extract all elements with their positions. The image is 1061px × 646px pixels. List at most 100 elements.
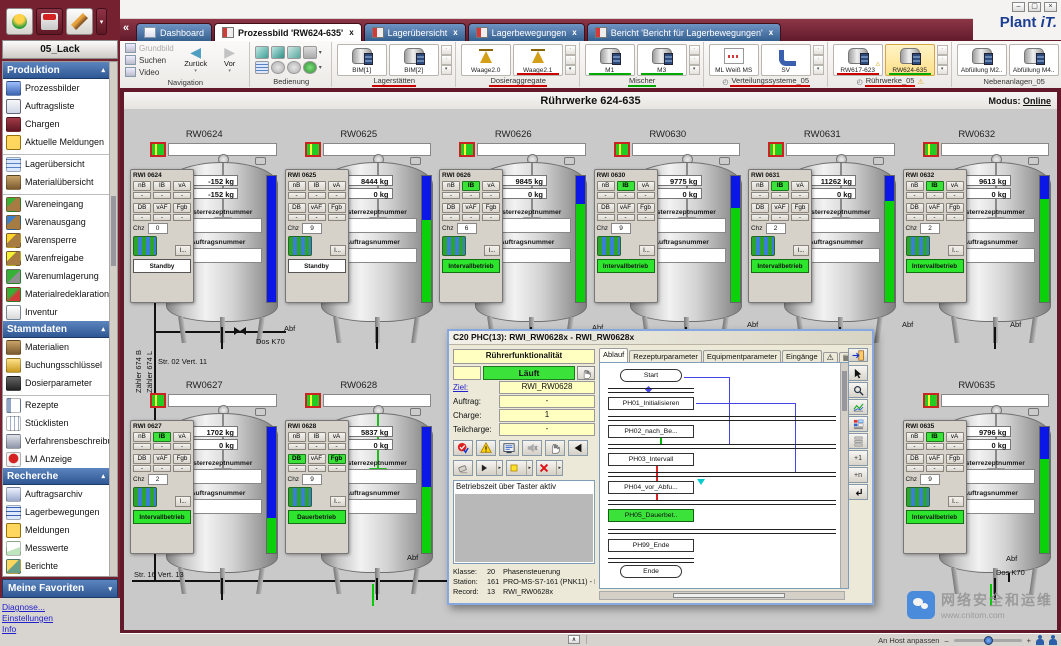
chevron-down-icon[interactable]: ▾ bbox=[319, 64, 328, 71]
panel-button-ib[interactable]: IB bbox=[462, 181, 480, 191]
panel-button-vaf[interactable]: vAF bbox=[153, 454, 171, 464]
flow-vertical-scrollbar[interactable] bbox=[840, 363, 848, 588]
chevron-down-icon[interactable]: ▾ bbox=[319, 49, 328, 56]
panel-button-db[interactable]: DB bbox=[597, 203, 615, 213]
sidebar-item-materialien[interactable]: Materialien bbox=[3, 338, 109, 356]
panel-sub-button[interactable]: - bbox=[133, 214, 151, 221]
flow-horizontal-scrollbar[interactable] bbox=[599, 591, 845, 600]
panel-button-nb[interactable]: nB bbox=[751, 181, 769, 191]
panel-button-va[interactable]: vA bbox=[791, 181, 809, 191]
ribbon-item-m3[interactable]: M3 bbox=[637, 44, 687, 76]
section-header-recherche[interactable]: Recherche▴ bbox=[3, 468, 109, 485]
zoom-slider[interactable] bbox=[954, 639, 1022, 642]
agitator-icon[interactable] bbox=[751, 236, 775, 256]
panel-sub-button[interactable]: - bbox=[308, 465, 326, 472]
scroll-dot-icon[interactable]: · bbox=[565, 45, 576, 55]
flow-step-ph01-initialisieren[interactable]: PH01_Initialisieren bbox=[608, 397, 694, 410]
sidebar-item-warensperre[interactable]: Warensperre bbox=[3, 231, 109, 249]
link-info[interactable]: Info bbox=[2, 624, 120, 634]
ribbon-item-rw624-635[interactable]: RW624-635 bbox=[885, 44, 935, 76]
sidebar-item-buchungsschl-ssel[interactable]: Buchungsschlüssel bbox=[3, 356, 109, 374]
panel-sub-button[interactable]: - bbox=[482, 214, 500, 221]
agitator-icon[interactable] bbox=[442, 236, 466, 256]
dropdown-arrow-icon[interactable]: ▸ bbox=[556, 461, 561, 475]
agitator-icon[interactable] bbox=[133, 487, 157, 507]
group-label[interactable]: Mischer bbox=[585, 76, 700, 87]
panel-sub-button[interactable]: - bbox=[926, 214, 944, 221]
sidebar-item-auftragsarchiv[interactable]: Auftragsarchiv bbox=[3, 485, 109, 503]
panel-sub-button[interactable]: - bbox=[946, 214, 964, 221]
sidebar-item-warenumlagerung[interactable]: Warenumlagerung bbox=[3, 267, 109, 285]
info-button[interactable]: I... bbox=[948, 245, 964, 256]
close-icon[interactable]: x bbox=[769, 28, 773, 37]
dialog-tab-eing-nge[interactable]: Eingänge bbox=[782, 350, 822, 362]
sidebar-item-aktuelle-meldungen[interactable]: Aktuelle Meldungen bbox=[3, 133, 109, 151]
panel-sub-button[interactable]: - bbox=[906, 465, 924, 472]
paint-bucket-button[interactable] bbox=[36, 8, 63, 35]
panel-sub-button[interactable]: - bbox=[791, 214, 809, 221]
tab-dashboard[interactable]: Dashboard bbox=[136, 23, 212, 41]
panel-sub-button[interactable]: - bbox=[328, 443, 346, 450]
field-label-ziel[interactable]: Ziel: bbox=[453, 383, 499, 392]
sidebar-item-rezepte[interactable]: Rezepte bbox=[3, 395, 109, 414]
group-label[interactable]: Dosieraggregate bbox=[461, 76, 576, 87]
return-icon[interactable] bbox=[848, 484, 868, 500]
ribbon-item-rw617-623[interactable]: RW617-623⚠ bbox=[833, 44, 883, 76]
sidebar-item-inventur[interactable]: Inventur bbox=[3, 303, 109, 321]
panel-button-vaf[interactable]: vAF bbox=[771, 203, 789, 213]
sidebar-section-meine-favoriten[interactable]: Meine Favoriten ▾ bbox=[2, 579, 118, 598]
grid-icon[interactable] bbox=[255, 61, 269, 74]
panel-sub-button[interactable]: - bbox=[771, 214, 789, 221]
panel-button-fgb[interactable]: Fgb bbox=[791, 203, 809, 213]
tab-bericht-bericht-f-r-lagerbewegungen[interactable]: Bericht 'Bericht für Lagerbewegungen'x bbox=[587, 23, 781, 41]
agitator-icon[interactable] bbox=[906, 487, 930, 507]
modus-online-link[interactable]: Online bbox=[1023, 96, 1051, 106]
panel-sub-button[interactable]: - bbox=[946, 192, 964, 199]
panel-button-nb[interactable]: nB bbox=[442, 181, 460, 191]
operator-button[interactable] bbox=[6, 8, 33, 35]
paintbrush-button[interactable] bbox=[66, 8, 93, 35]
panel-sub-button[interactable]: - bbox=[946, 465, 964, 472]
panel-button-db[interactable]: DB bbox=[133, 454, 151, 464]
panel-sub-button[interactable]: - bbox=[617, 214, 635, 221]
toggle-icon-2[interactable] bbox=[287, 61, 301, 74]
panel-button-va[interactable]: vA bbox=[173, 181, 191, 191]
flow-step-ph02-nach-be[interactable]: PH02_nach_Be... bbox=[608, 425, 694, 438]
video-button[interactable]: Video bbox=[125, 67, 174, 77]
tab-lagerbewegungen[interactable]: Lagerbewegungenx bbox=[468, 23, 585, 41]
panel-sub-button[interactable]: - bbox=[462, 214, 480, 221]
panel-button-vaf[interactable]: vAF bbox=[926, 454, 944, 464]
section-header-stammdaten[interactable]: Stammdaten▴ bbox=[3, 321, 109, 338]
scroll-dot-icon[interactable]: · bbox=[565, 55, 576, 65]
panel-sub-button[interactable]: - bbox=[791, 192, 809, 199]
panel-button-va[interactable]: vA bbox=[946, 432, 964, 442]
more-dropdown-icon[interactable]: ▾ bbox=[96, 8, 107, 35]
confirm-icon[interactable] bbox=[303, 61, 317, 74]
dropdown-arrow-icon[interactable]: ▸ bbox=[496, 461, 501, 475]
panel-sub-button[interactable]: - bbox=[442, 192, 460, 199]
panel-sub-button[interactable]: - bbox=[946, 443, 964, 450]
chevron-down-icon[interactable]: ▾ bbox=[813, 65, 824, 75]
panel-button-nb[interactable]: nB bbox=[133, 181, 151, 191]
scroll-dot-icon[interactable]: · bbox=[441, 55, 452, 65]
section-header-produktion[interactable]: Produktion▴ bbox=[3, 62, 109, 79]
panel-button-fgb[interactable]: Fgb bbox=[637, 203, 655, 213]
chevron-down-icon[interactable]: ▾ bbox=[441, 65, 452, 75]
panel-sub-button[interactable]: - bbox=[597, 192, 615, 199]
ribbon-item-waage2-1[interactable]: Waage2.1 bbox=[513, 44, 563, 76]
plant-selector[interactable]: 05_Lack bbox=[2, 40, 118, 59]
link-diagnose[interactable]: Diagnose... bbox=[2, 602, 120, 612]
panel-sub-button[interactable]: - bbox=[328, 192, 346, 199]
sidebar-item-berichte[interactable]: Berichte bbox=[3, 557, 109, 575]
panel-sub-button[interactable]: - bbox=[328, 465, 346, 472]
sidebar-item-st-cklisten[interactable]: Stücklisten bbox=[3, 414, 109, 432]
ribbon-item-sv[interactable]: SV bbox=[761, 44, 811, 76]
zoom-in-button[interactable]: + bbox=[1027, 636, 1031, 645]
tag-icon-2[interactable] bbox=[271, 46, 285, 59]
group-label[interactable]: ◴Verteilungssysteme_05 bbox=[709, 76, 824, 87]
ribbon-item-waage2-0[interactable]: Waage2.0 bbox=[461, 44, 511, 76]
panel-button-va[interactable]: vA bbox=[328, 181, 346, 191]
panel-sub-button[interactable]: - bbox=[637, 214, 655, 221]
panel-button-nb[interactable]: nB bbox=[906, 432, 924, 442]
sidebar-item-messwerte[interactable]: Messwerte bbox=[3, 539, 109, 557]
